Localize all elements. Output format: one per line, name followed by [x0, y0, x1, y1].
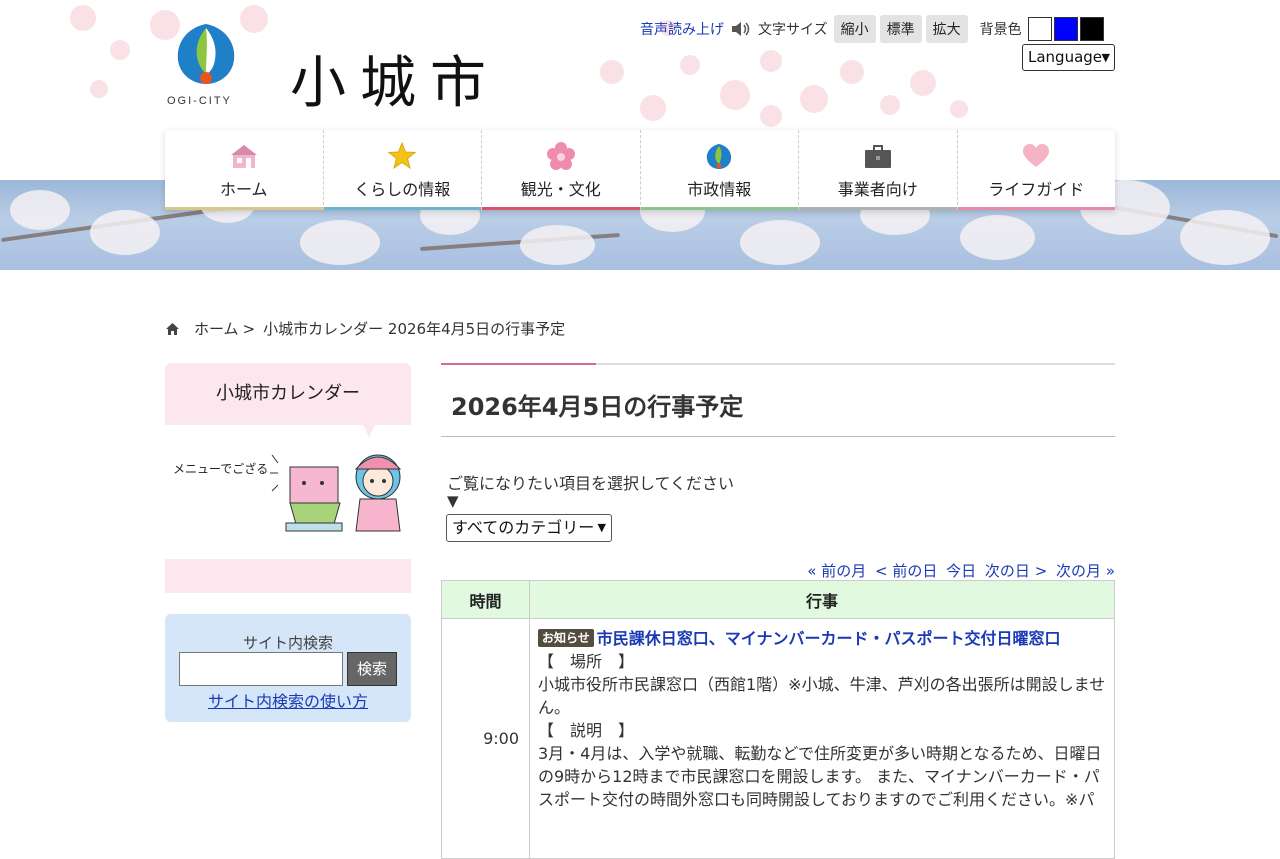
- nav-label: ライフガイド: [988, 180, 1085, 199]
- breadcrumb-home-link[interactable]: ホーム: [194, 318, 239, 339]
- logo-caption: OGI-CITY: [167, 95, 232, 107]
- event-desc: 3月・4月は、入学や就職、転勤などで住所変更が多い時期となるため、日曜日の9時か…: [538, 744, 1102, 809]
- search-button[interactable]: 検索: [347, 652, 397, 686]
- site-header: OGI-CITY 小城市 音声読み上げ 文字サイズ 縮小 標準 拡大 背景色 L…: [0, 0, 1280, 270]
- bg-white-swatch[interactable]: [1027, 17, 1052, 41]
- global-nav: ホーム くらしの情報 観光・文化 市政情報 事業者向け ライフガイド: [165, 130, 1115, 210]
- speech-tail: [363, 425, 375, 437]
- table-header-row: 時間 行事: [441, 580, 1115, 619]
- nav-label: 観光・文化: [520, 180, 601, 199]
- date-pager: « 前の月 < 前の日 今日 次の日 > 次の月 »: [803, 560, 1115, 581]
- mascot-characters-icon: [270, 454, 402, 532]
- nav-underline: [323, 207, 481, 210]
- bg-blue-swatch[interactable]: [1053, 17, 1078, 41]
- search-help-link[interactable]: サイト内検索の使い方: [165, 688, 411, 712]
- table-row: 9:00 お知らせ 市民課休日窓口、マイナンバーカード・パスポート交付日曜窓口 【…: [441, 618, 1115, 859]
- notice-badge: お知らせ: [538, 629, 594, 647]
- sakura-icon: [546, 142, 575, 170]
- chevron-down-icon: ▼: [1101, 51, 1110, 64]
- breadcrumb: ホーム > 小城市カレンダー 2026年4月5日の行事予定: [165, 318, 565, 339]
- category-prompt: ご覧になりたい項目を選択してください: [447, 474, 735, 493]
- down-triangle-icon: ▼: [447, 492, 459, 510]
- event-title-link[interactable]: 市民課休日窓口、マイナンバーカード・パスポート交付日曜窓口: [597, 629, 1061, 648]
- font-size-label: 文字サイズ: [758, 22, 828, 38]
- search-input[interactable]: [179, 652, 343, 686]
- col-event-header: 行事: [529, 580, 1115, 619]
- event-table: 時間 行事 9:00 お知らせ 市民課休日窓口、マイナンバーカード・パスポート交付…: [441, 580, 1115, 859]
- event-cell: お知らせ 市民課休日窓口、マイナンバーカード・パスポート交付日曜窓口 【 場所 】…: [529, 618, 1115, 859]
- house-icon: [230, 145, 257, 168]
- font-smaller-button[interactable]: 縮小: [833, 15, 876, 43]
- voice-readout-link[interactable]: 音声読み上げ: [640, 19, 724, 39]
- nav-label: 事業者向け: [837, 180, 918, 199]
- category-select[interactable]: すべてのカテゴリー ▼: [446, 514, 612, 542]
- nav-item-lifeguide[interactable]: ライフガイド: [957, 130, 1115, 210]
- main-content: 2026年4月5日の行事予定: [441, 363, 1115, 437]
- sidebar-title-text: 小城市カレンダー: [216, 383, 360, 404]
- nav-item-living[interactable]: くらしの情報: [323, 130, 482, 210]
- heart-icon: [1023, 144, 1050, 167]
- language-select-value: Language: [1028, 48, 1103, 66]
- page-heading-box: 2026年4月5日の行事予定: [441, 363, 1115, 437]
- prev-month-link[interactable]: « 前の月: [807, 562, 866, 580]
- nav-item-business[interactable]: 事業者向け: [799, 130, 958, 210]
- home-icon: [166, 322, 179, 335]
- nav-label: 市政情報: [687, 180, 752, 199]
- breadcrumb-current: 小城市カレンダー 2026年4月5日の行事予定: [263, 320, 566, 338]
- breadcrumb-separator: >: [242, 319, 256, 338]
- page-title: 2026年4月5日の行事予定: [451, 393, 744, 421]
- category-select-value: すべてのカテゴリー: [452, 518, 595, 537]
- mascot-illustration: メニューでござる: [165, 440, 411, 540]
- nav-item-city-admin[interactable]: 市政情報: [640, 130, 799, 210]
- site-search-box: サイト内検索 検索 サイト内検索の使い方: [165, 614, 411, 722]
- prev-day-link[interactable]: < 前の日: [875, 562, 937, 580]
- event-desc-label: 【 説明 】: [538, 721, 635, 740]
- col-time-header: 時間: [441, 580, 530, 619]
- nav-underline: [482, 207, 640, 210]
- nav-label: ホーム: [219, 180, 268, 199]
- nav-underline: [957, 207, 1115, 210]
- nav-underline: [640, 207, 798, 210]
- search-label: サイト内検索: [242, 634, 333, 652]
- speaker-icon[interactable]: [730, 21, 752, 37]
- bg-color-label: 背景色: [979, 22, 1022, 38]
- font-normal-button[interactable]: 標準: [879, 15, 922, 43]
- chevron-down-icon: ▼: [597, 521, 606, 534]
- font-larger-button[interactable]: 拡大: [925, 15, 968, 43]
- sidebar-title: 小城市カレンダー: [165, 363, 411, 437]
- briefcase-icon: [864, 145, 891, 168]
- event-place: 小城市役所市民課窓口（西館1階）※小城、牛津、芦刈の各出張所は開設しません。: [538, 675, 1106, 717]
- next-month-link[interactable]: 次の月 »: [1056, 562, 1115, 580]
- today-link[interactable]: 今日: [946, 562, 976, 580]
- city-logo-icon[interactable]: [172, 20, 240, 88]
- site-title[interactable]: 小城市: [290, 38, 500, 119]
- mascot-speech: メニューでござる: [173, 462, 269, 476]
- language-select[interactable]: Language ▼: [1022, 44, 1115, 71]
- sidebar-pink-panel: [165, 559, 411, 593]
- nav-item-home[interactable]: ホーム: [165, 130, 324, 210]
- event-time: 9:00: [441, 618, 530, 859]
- star-icon: [388, 142, 417, 170]
- city-emblem-icon: [707, 144, 732, 169]
- heading-accent: [441, 363, 596, 365]
- bg-black-swatch[interactable]: [1079, 17, 1104, 41]
- nav-item-tourism[interactable]: 観光・文化: [482, 130, 641, 210]
- event-place-label: 【 場所 】: [538, 652, 635, 671]
- utility-bar: 音声読み上げ 文字サイズ 縮小 標準 拡大 背景色: [640, 15, 1104, 43]
- nav-underline: [165, 207, 323, 210]
- nav-underline: [799, 207, 957, 210]
- next-day-link[interactable]: 次の日 >: [985, 562, 1047, 580]
- nav-label: くらしの情報: [354, 180, 451, 199]
